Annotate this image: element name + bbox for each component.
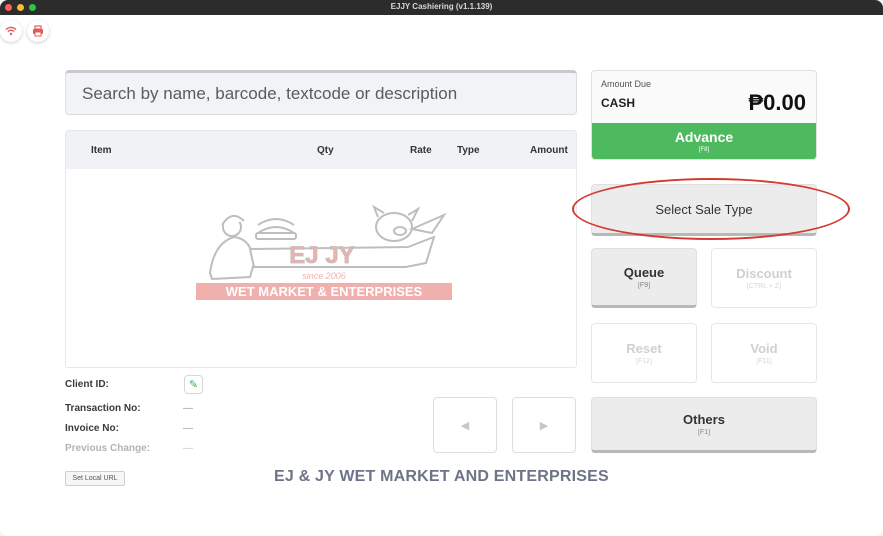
select-sale-type-button[interactable]: Select Sale Type (591, 184, 817, 236)
transaction-no-value: — (183, 403, 193, 414)
others-button[interactable]: Others [F1] (591, 397, 817, 453)
payment-type: CASH (601, 96, 636, 110)
column-header-item: Item (91, 145, 112, 156)
client-id-label: Client ID: (65, 379, 109, 390)
column-header-amount: Amount (530, 145, 568, 156)
next-page-button[interactable]: ▶ (512, 397, 576, 453)
printer-icon[interactable] (27, 20, 49, 42)
advance-shortcut: [F8] (698, 147, 710, 153)
search-input[interactable]: Search by name, barcode, textcode or des… (65, 70, 577, 115)
logo-since: since 2006 (302, 271, 346, 281)
logo-name: EJ JY (289, 242, 354, 269)
select-sale-type-label: Select Sale Type (655, 201, 753, 217)
logo-banner: WET MARKET & ENTERPRISES (226, 284, 423, 299)
invoice-no-label: Invoice No: (65, 423, 119, 434)
column-header-qty: Qty (317, 145, 334, 156)
edit-client-button[interactable]: ✎ (184, 375, 203, 394)
advance-button[interactable]: Advance [F8] (592, 123, 816, 159)
app-window: EJJY Cashiering (v1.1.139) Search by nam… (0, 0, 883, 536)
void-label: Void (750, 341, 778, 356)
transaction-no-label: Transaction No: (65, 403, 141, 414)
queue-shortcut: [F9] (637, 282, 651, 289)
ejjy-logo-watermark: EJ JY since 2006 WET MARKET & ENTERPRISE… (196, 204, 452, 300)
void-button[interactable]: Void [F11] (711, 323, 817, 383)
pencil-icon: ✎ (188, 379, 199, 391)
invoice-no-value: — (183, 423, 193, 434)
chevron-left-icon: ◀ (460, 419, 470, 432)
discount-label: Discount (736, 266, 792, 281)
previous-change-label: Previous Change: (65, 443, 151, 454)
others-shortcut: [F1] (697, 429, 711, 436)
set-local-url-button[interactable]: Set Local URL (65, 471, 125, 486)
previous-page-button[interactable]: ◀ (433, 397, 497, 453)
reset-button[interactable]: Reset [F12] (591, 323, 697, 383)
others-label: Others (683, 412, 725, 427)
queue-button[interactable]: Queue [F9] (591, 248, 697, 308)
table-header: Item Qty Rate Type Amount (66, 131, 576, 169)
void-shortcut: [F11] (756, 358, 772, 365)
discount-shortcut: [CTRL + Z] (746, 283, 782, 290)
amount-due-panel: Amount Due CASH ₱0.00 Advance [F8] (591, 70, 817, 160)
amount-due-label: Amount Due (601, 79, 652, 89)
column-header-type: Type (457, 145, 480, 156)
title-bar: EJJY Cashiering (v1.1.139) (0, 0, 883, 15)
wifi-icon[interactable] (0, 20, 22, 42)
chevron-right-icon: ▶ (539, 419, 549, 432)
advance-label: Advance (674, 129, 734, 145)
search-placeholder: Search by name, barcode, textcode or des… (82, 83, 458, 103)
footer-company-name: EJ & JY WET MARKET AND ENTERPRISES (274, 468, 609, 485)
discount-button[interactable]: Discount [CTRL + Z] (711, 248, 817, 308)
reset-shortcut: [F12] (636, 358, 652, 365)
column-header-rate: Rate (410, 145, 432, 156)
cart-table: Item Qty Rate Type Amount EJ JY since 20… (65, 130, 577, 368)
queue-label: Queue (623, 265, 665, 280)
reset-label: Reset (626, 341, 662, 356)
window-title: EJJY Cashiering (v1.1.139) (390, 2, 493, 11)
amount-due-value: ₱0.00 (748, 90, 807, 115)
previous-change-value: — (183, 443, 193, 454)
